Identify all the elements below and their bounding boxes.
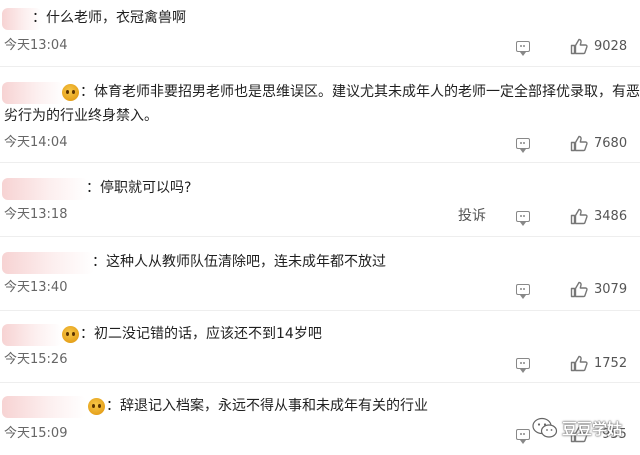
comment-time: 今天15:26	[4, 352, 68, 367]
thumbs-up-icon[interactable]	[570, 135, 588, 152]
comment-time: 今天13:40	[4, 280, 68, 295]
blurred-username[interactable]	[2, 324, 62, 346]
reply-icon[interactable]	[516, 211, 530, 226]
thumbs-up-icon[interactable]	[570, 281, 588, 298]
comment-text: ：什么老师，衣冠禽兽啊	[32, 10, 186, 26]
blurred-username[interactable]	[2, 252, 94, 274]
divider	[0, 310, 640, 311]
comment-time: 今天13:04	[4, 38, 68, 53]
comment-item: ：停职就可以吗? 今天13:18 投诉 3486	[0, 164, 640, 232]
comment-time: 今天15:09	[4, 426, 68, 441]
comment-item: ：这种人从教师队伍清除吧，连未成年都不放过 今天13:40 3079	[0, 238, 640, 304]
divider	[0, 382, 640, 383]
thumbs-up-icon[interactable]	[570, 355, 588, 372]
report-button[interactable]: 投诉	[458, 208, 486, 224]
comment-item: ：什么老师，衣冠禽兽啊 今天13:04 9028	[0, 0, 640, 62]
blurred-username[interactable]	[2, 178, 88, 200]
divider	[0, 236, 640, 237]
comment-time: 今天13:18	[4, 207, 68, 222]
comment-item: ：体育老师非要招男老师也是思维误区。建议尤其未成年人的老师一定全部择优录取，有恶…	[0, 68, 640, 158]
thumbs-up-icon[interactable]	[570, 38, 588, 55]
reply-icon[interactable]	[516, 284, 530, 299]
like-count: 1752	[594, 356, 628, 371]
divider	[0, 66, 640, 67]
blurred-username[interactable]	[2, 82, 64, 104]
like-count: 7680	[594, 136, 628, 151]
emoji-icon	[62, 84, 79, 101]
comment-text: ：这种人从教师队伍清除吧，连未成年都不放过	[92, 254, 386, 270]
watermark-text: 豆豆学姑	[562, 420, 623, 438]
reply-icon[interactable]	[516, 358, 530, 373]
thumbs-up-icon[interactable]	[570, 208, 588, 225]
divider	[0, 162, 640, 163]
comment-text: ：初二没记错的话，应该还不到14岁吧	[80, 326, 322, 342]
comment-text: ：停职就可以吗?	[86, 180, 192, 196]
blurred-username[interactable]	[2, 396, 86, 418]
comment-time: 今天14:04	[4, 135, 68, 150]
reply-icon[interactable]	[516, 138, 530, 153]
wechat-logo-icon	[532, 417, 558, 438]
comment-text-line2: 劣行为的行业终身禁入。	[4, 108, 158, 124]
reply-icon[interactable]	[516, 41, 530, 56]
like-count: 3486	[594, 209, 628, 224]
comment-item: ：初二没记错的话，应该还不到14岁吧 今天15:26 1752	[0, 312, 640, 376]
emoji-icon	[62, 326, 79, 343]
watermark: 豆豆学姑	[532, 416, 640, 442]
comment-text-line1: ：体育老师非要招男老师也是思维误区。建议尤其未成年人的老师一定全部择优录取，有恶	[80, 84, 640, 100]
comment-text: ：辞退记入档案，永远不得从事和未成年有关的行业	[106, 398, 428, 414]
reply-icon[interactable]	[516, 429, 530, 444]
like-count: 3079	[594, 282, 628, 297]
emoji-icon	[88, 398, 105, 415]
like-count: 9028	[594, 39, 628, 54]
